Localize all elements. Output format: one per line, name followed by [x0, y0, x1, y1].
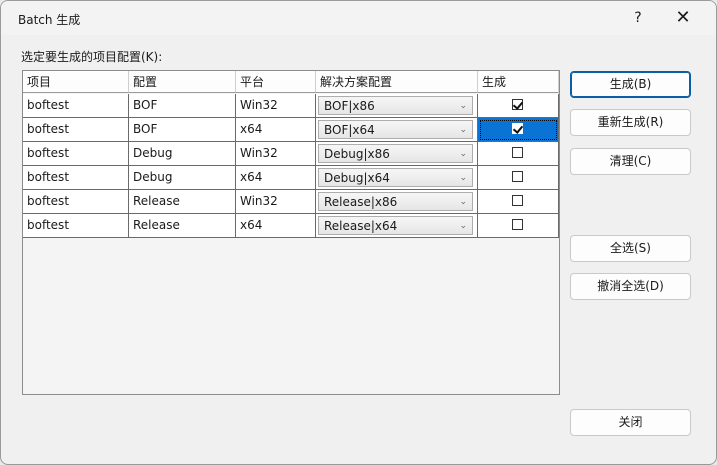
solution-config-value: Debug|x64 — [324, 171, 390, 185]
solution-config-dropdown[interactable]: BOF|x86 ⌄ — [318, 96, 473, 115]
config-cell: Release — [129, 214, 236, 238]
chevron-down-icon: ⌄ — [459, 197, 467, 207]
column-header-solution-config[interactable]: 解决方案配置 — [316, 71, 478, 93]
solution-config-dropdown[interactable]: BOF|x64 ⌄ — [318, 120, 473, 139]
project-cell: boftest — [23, 166, 129, 190]
solution-config-dropdown[interactable]: Release|x64 ⌄ — [318, 216, 473, 235]
deselect-all-button[interactable]: 撤消全选(D) — [570, 273, 691, 300]
solution-config-cell: BOF|x64 ⌄ — [316, 118, 478, 142]
build-cell — [478, 214, 559, 238]
build-cell — [478, 190, 559, 214]
solution-config-value: Release|x86 — [324, 195, 398, 209]
checkmark-icon — [512, 123, 524, 134]
table-row[interactable]: boftest BOF x64 BOF|x64 ⌄ — [23, 118, 559, 142]
config-cell: BOF — [129, 94, 236, 118]
platform-cell: Win32 — [236, 142, 316, 166]
build-checkbox[interactable] — [512, 171, 523, 182]
close-button[interactable]: 关闭 — [570, 409, 691, 436]
platform-cell: Win32 — [236, 190, 316, 214]
table-row[interactable]: boftest Debug Win32 Debug|x86 ⌄ — [23, 142, 559, 166]
solution-config-dropdown[interactable]: Release|x86 ⌄ — [318, 192, 473, 211]
config-cell: Debug — [129, 166, 236, 190]
clean-button[interactable]: 清理(C) — [570, 148, 691, 175]
solution-config-cell: Debug|x64 ⌄ — [316, 166, 478, 190]
build-cell — [478, 166, 559, 190]
rebuild-button[interactable]: 重新生成(R) — [570, 109, 691, 136]
project-cell: boftest — [23, 118, 129, 142]
config-cell: Debug — [129, 142, 236, 166]
grid-header: 项目 配置 平台 解决方案配置 生成 — [23, 71, 559, 94]
table-row[interactable]: boftest BOF Win32 BOF|x86 ⌄ — [23, 94, 559, 118]
platform-cell: x64 — [236, 166, 316, 190]
chevron-down-icon: ⌄ — [459, 221, 467, 231]
help-button[interactable]: ? — [621, 5, 655, 31]
solution-config-value: BOF|x86 — [324, 99, 375, 113]
build-cell-selected — [478, 118, 559, 142]
solution-config-value: BOF|x64 — [324, 123, 375, 137]
build-checkbox[interactable] — [512, 219, 523, 230]
build-checkbox[interactable] — [512, 195, 523, 206]
dialog-title: Batch 生成 — [18, 13, 81, 27]
checkmark-icon — [512, 99, 524, 110]
solution-config-value: Debug|x86 — [324, 147, 390, 161]
config-cell: Release — [129, 190, 236, 214]
project-cell: boftest — [23, 214, 129, 238]
project-cell: boftest — [23, 142, 129, 166]
solution-config-cell: BOF|x86 ⌄ — [316, 94, 478, 118]
build-cell — [478, 142, 559, 166]
chevron-down-icon: ⌄ — [459, 173, 467, 183]
title-bar: Batch 生成 ? ✕ — [1, 1, 716, 35]
column-header-config[interactable]: 配置 — [129, 71, 236, 93]
project-config-grid[interactable]: 项目 配置 平台 解决方案配置 生成 boftest BOF Win32 BOF… — [22, 70, 560, 395]
solution-config-cell: Release|x64 ⌄ — [316, 214, 478, 238]
list-label: 选定要生成的项目配置(K): — [21, 50, 163, 64]
build-cell — [478, 94, 559, 118]
platform-cell: x64 — [236, 214, 316, 238]
close-window-button[interactable]: ✕ — [665, 5, 701, 31]
solution-config-value: Release|x64 — [324, 219, 398, 233]
project-cell: boftest — [23, 190, 129, 214]
build-checkbox[interactable] — [512, 123, 524, 134]
chevron-down-icon: ⌄ — [459, 125, 467, 135]
column-header-platform[interactable]: 平台 — [236, 71, 316, 93]
chevron-down-icon: ⌄ — [459, 149, 467, 159]
solution-config-cell: Release|x86 ⌄ — [316, 190, 478, 214]
column-header-project[interactable]: 项目 — [23, 71, 129, 93]
solution-config-dropdown[interactable]: Debug|x64 ⌄ — [318, 168, 473, 187]
table-row[interactable]: boftest Debug x64 Debug|x64 ⌄ — [23, 166, 559, 190]
table-row[interactable]: boftest Release x64 Release|x64 ⌄ — [23, 214, 559, 238]
config-cell: BOF — [129, 118, 236, 142]
batch-build-dialog: Batch 生成 ? ✕ 选定要生成的项目配置(K): 项目 配置 平台 解决方… — [0, 0, 717, 465]
column-header-build[interactable]: 生成 — [478, 71, 559, 93]
build-checkbox[interactable] — [512, 147, 523, 158]
table-row[interactable]: boftest Release Win32 Release|x86 ⌄ — [23, 190, 559, 214]
solution-config-cell: Debug|x86 ⌄ — [316, 142, 478, 166]
select-all-button[interactable]: 全选(S) — [570, 235, 691, 262]
platform-cell: x64 — [236, 118, 316, 142]
platform-cell: Win32 — [236, 94, 316, 118]
project-cell: boftest — [23, 94, 129, 118]
build-checkbox[interactable] — [512, 99, 524, 110]
solution-config-dropdown[interactable]: Debug|x86 ⌄ — [318, 144, 473, 163]
build-button[interactable]: 生成(B) — [570, 71, 691, 98]
chevron-down-icon: ⌄ — [459, 101, 467, 111]
